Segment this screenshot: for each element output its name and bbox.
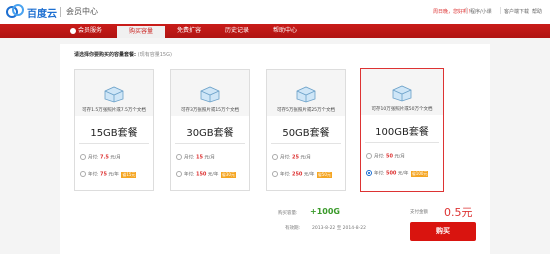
package-card-50gb[interactable]: 可存5万张照片或25万个文档 50GB套餐 月付: 25 元/月 年付: 250…	[266, 69, 346, 191]
period-label: 有效期:	[285, 226, 301, 231]
buy-button[interactable]: 购买	[410, 222, 476, 241]
header-link-1[interactable]: 程序/小课	[470, 8, 492, 15]
monthly-radio[interactable]	[176, 154, 182, 160]
capacity-label: 购买容量:	[278, 211, 298, 216]
yearly-option[interactable]: 年付: 500 元/年 省100元	[366, 170, 429, 177]
page-subtitle: 会员中心	[66, 7, 98, 16]
card-divider	[175, 143, 245, 144]
header-link-divider	[466, 7, 467, 14]
main-content: 请选择你要购买的容量套餐: (现有容量15G) 可存1.5万张照片或7.5万个文…	[60, 44, 490, 254]
monthly-radio[interactable]	[272, 154, 278, 160]
capacity-value: +100G	[310, 207, 340, 216]
total-amount: 0.5元	[444, 206, 473, 219]
yearly-radio[interactable]	[366, 170, 372, 176]
card-divider	[271, 143, 341, 144]
select-prompt: 请选择你要购买的容量套餐: (现有容量15G)	[74, 52, 172, 58]
header-link-client[interactable]: 客户端下载	[504, 8, 529, 15]
header-link-divider	[500, 7, 501, 14]
save-badge: 省30元	[220, 171, 236, 178]
yearly-option[interactable]: 年付: 150 元/年 省30元	[176, 171, 236, 178]
yearly-radio[interactable]	[80, 171, 86, 177]
save-badge: 省15元	[121, 171, 137, 178]
main-nav: 会员服务 购买容量 免费扩容 历史记录 帮助中心	[0, 24, 550, 38]
nav-item-help-center[interactable]: 帮助中心	[262, 24, 308, 38]
package-size: 30GB套餐	[186, 128, 234, 139]
card-divider	[365, 142, 439, 143]
top-header: 百度云 会员中心 周日晚，您好啊！ 程序/小课 客户端下载 帮助	[0, 0, 550, 24]
yearly-option[interactable]: 年付: 250 元/年 省50元	[272, 171, 332, 178]
package-card-100gb[interactable]: 可存10万张照片或50万个文档 100GB套餐 月付: 50 元/月 年付: 5…	[360, 68, 444, 192]
baidu-cloud-logo-icon	[6, 4, 24, 18]
monthly-option[interactable]: 月付: 15 元/月	[176, 154, 215, 161]
package-card-30gb[interactable]: 可存3万张照片或15万个文档 30GB套餐 月付: 15 元/月 年付: 150…	[170, 69, 250, 191]
brand-name: 百度云	[27, 9, 57, 20]
yearly-radio[interactable]	[272, 171, 278, 177]
nav-item-free-expand[interactable]: 免费扩容	[166, 24, 212, 38]
yearly-option[interactable]: 年付: 75 元/年 省15元	[80, 171, 137, 178]
total-label: 支付金额	[410, 210, 428, 215]
yearly-radio[interactable]	[176, 171, 182, 177]
card-divider	[79, 143, 149, 144]
storage-box-icon	[104, 86, 124, 103]
monthly-option[interactable]: 月付: 50 元/月	[366, 153, 405, 160]
user-greeting[interactable]: 周日晚，您好啊！	[433, 8, 473, 15]
nav-item-buy-capacity[interactable]: 购买容量	[117, 24, 165, 38]
package-size: 100GB套餐	[375, 127, 429, 138]
package-desc: 可存10万张照片或50万个文档	[371, 107, 433, 112]
storage-box-icon	[296, 86, 316, 103]
monthly-option[interactable]: 月付: 7.5 元/月	[80, 154, 121, 161]
nav-item-history[interactable]: 历史记录	[214, 24, 260, 38]
storage-box-icon	[200, 86, 220, 103]
package-desc: 可存1.5万张照片或7.5万个文档	[82, 108, 146, 113]
current-capacity-note: (现有容量15G)	[137, 52, 172, 58]
save-badge: 省100元	[410, 170, 429, 177]
header-divider	[60, 7, 61, 17]
package-size: 15GB套餐	[90, 128, 138, 139]
nav-item-member-service[interactable]: 会员服务	[58, 24, 114, 38]
storage-box-icon	[392, 85, 412, 102]
monthly-radio[interactable]	[80, 154, 86, 160]
header-link-help[interactable]: 帮助	[532, 8, 542, 15]
member-icon	[69, 27, 76, 34]
package-card-15gb[interactable]: 可存1.5万张照片或7.5万个文档 15GB套餐 月付: 7.5 元/月 年付:…	[74, 69, 154, 191]
package-desc: 可存3万张照片或15万个文档	[180, 108, 240, 113]
save-badge: 省50元	[316, 171, 332, 178]
monthly-radio[interactable]	[366, 153, 372, 159]
monthly-option[interactable]: 月付: 25 元/月	[272, 154, 311, 161]
period-value: 2013-8-22 至 2014-8-22	[312, 226, 366, 231]
package-desc: 可存5万张照片或25万个文档	[276, 108, 336, 113]
package-size: 50GB套餐	[282, 128, 330, 139]
